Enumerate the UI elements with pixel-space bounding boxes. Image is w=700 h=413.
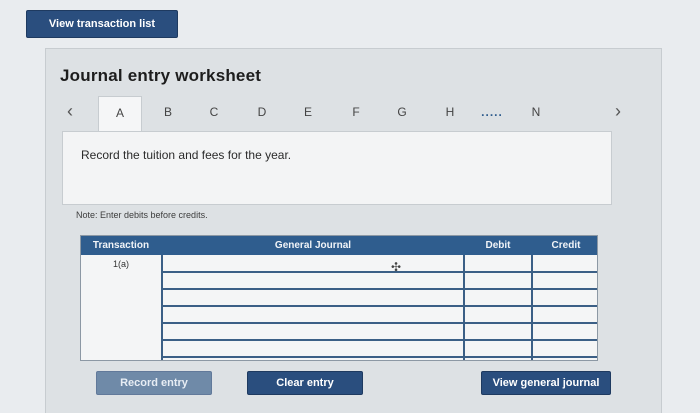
tab-d[interactable]: D xyxy=(248,105,276,119)
worksheet-title: Journal entry worksheet xyxy=(60,66,262,85)
tab-f[interactable]: F xyxy=(342,105,370,119)
general-journal-input-row-5[interactable] xyxy=(163,324,463,340)
instruction-text: Record the tuition and fees for the year… xyxy=(81,148,292,162)
chevron-right-icon[interactable]: › xyxy=(610,101,626,122)
instruction-box: Record the tuition and fees for the year… xyxy=(62,131,612,205)
general-journal-input-row-2[interactable] xyxy=(163,273,463,289)
header-debit: Debit xyxy=(485,240,511,251)
table-header: Transaction General Journal Debit Credit xyxy=(81,236,597,255)
header-general-journal: General Journal xyxy=(274,240,352,251)
general-journal-input-row-6[interactable] xyxy=(163,341,463,357)
tab-e[interactable]: E xyxy=(294,105,322,119)
tab-n[interactable]: N xyxy=(522,105,550,119)
note-text: Note: Enter debits before credits. xyxy=(76,210,208,220)
record-entry-button[interactable]: Record entry xyxy=(96,371,212,395)
journal-entry-table: Transaction General Journal Debit Credit… xyxy=(80,235,598,361)
cursor-icon: ✣ xyxy=(391,260,402,274)
header-credit: Credit xyxy=(551,240,581,251)
clear-entry-button[interactable]: Clear entry xyxy=(247,371,363,395)
credit-input-row-1[interactable] xyxy=(533,256,599,272)
debit-input-row-1[interactable] xyxy=(463,256,531,272)
view-general-journal-button[interactable]: View general journal xyxy=(481,371,611,395)
general-journal-input-row-1[interactable] xyxy=(163,256,463,272)
tab-g[interactable]: G xyxy=(388,105,416,119)
transaction-cell: 1(a) xyxy=(113,259,130,269)
tab-a[interactable]: A xyxy=(98,96,142,132)
general-journal-input-row-4[interactable] xyxy=(163,307,463,323)
chevron-left-icon[interactable]: ‹ xyxy=(62,101,78,122)
tab-b[interactable]: B xyxy=(154,105,182,119)
tab-strip: ‹ A B C D E F G H ..... N › xyxy=(62,96,642,132)
tab-c[interactable]: C xyxy=(200,105,228,119)
header-transaction: Transaction xyxy=(92,240,150,251)
tab-ellipsis[interactable]: ..... xyxy=(472,105,512,119)
general-journal-input-row-3[interactable] xyxy=(163,290,463,306)
view-transaction-list-button[interactable]: View transaction list xyxy=(26,10,178,38)
tab-h[interactable]: H xyxy=(436,105,464,119)
